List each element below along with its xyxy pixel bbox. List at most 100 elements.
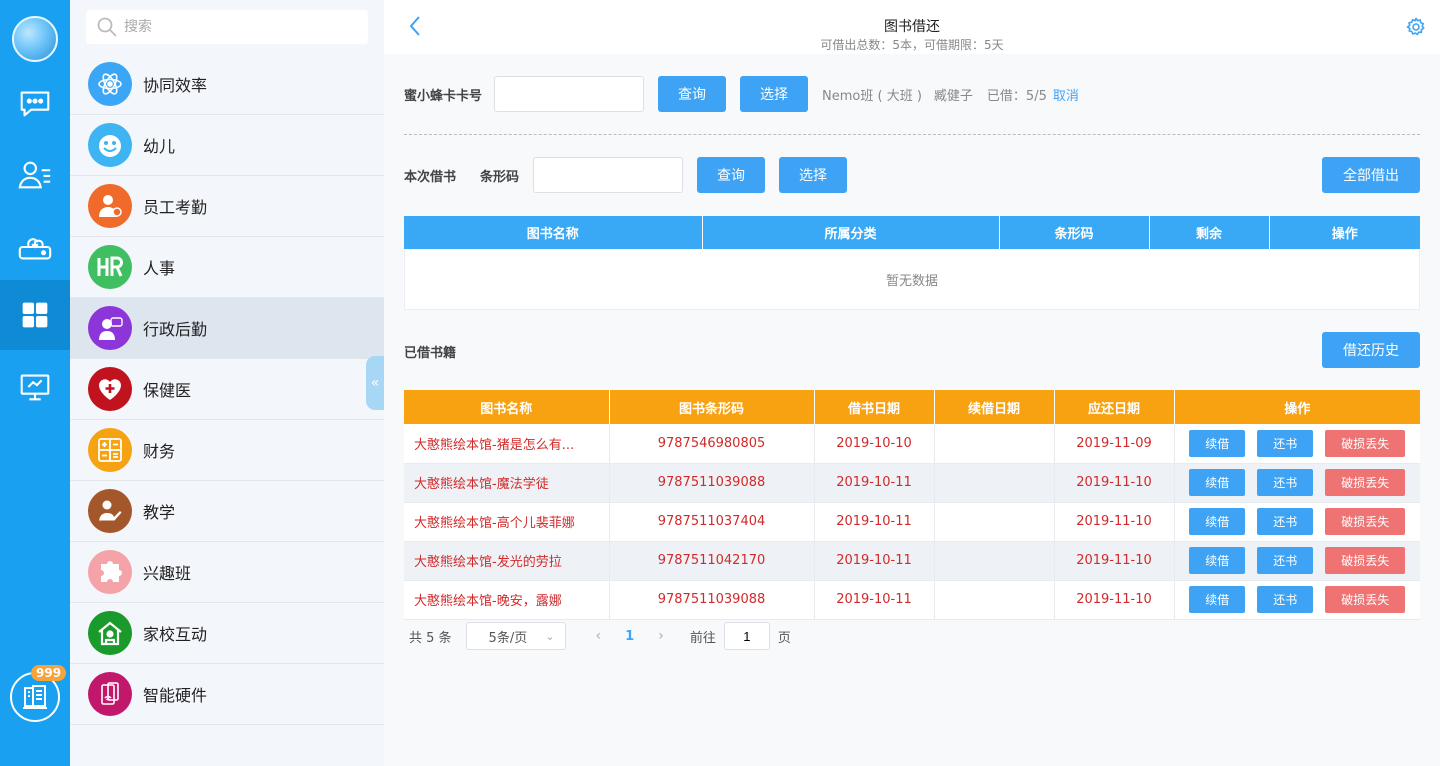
page-suffix: 页 bbox=[777, 630, 791, 646]
return-button[interactable]: 还书 bbox=[1257, 586, 1314, 613]
borrow-date: 2019-10-11 bbox=[814, 502, 935, 542]
module-icon-health bbox=[88, 367, 132, 411]
barcode-input[interactable] bbox=[533, 157, 684, 193]
borrow-all-button[interactable]: 全部借出 bbox=[1322, 157, 1420, 193]
notification-badge: 999 bbox=[31, 665, 67, 681]
module-label: 兴趣班 bbox=[143, 564, 192, 583]
renew-date bbox=[934, 502, 1055, 542]
gear-icon[interactable] bbox=[1406, 17, 1426, 37]
module-item-smart-hardware[interactable]: 智能硬件 bbox=[70, 664, 384, 725]
return-button[interactable]: 还书 bbox=[1257, 469, 1314, 496]
row-actions: 续借 还书 破损丢失 bbox=[1174, 580, 1420, 620]
return-button[interactable]: 还书 bbox=[1257, 508, 1314, 535]
damaged-lost-button[interactable]: 破损丢失 bbox=[1325, 508, 1406, 535]
module-item-collaboration[interactable]: 协同效率 bbox=[70, 54, 384, 115]
return-button[interactable]: 还书 bbox=[1257, 547, 1314, 574]
module-item-home-school[interactable]: 家校互动 bbox=[70, 603, 384, 664]
current-page[interactable]: 1 bbox=[625, 629, 634, 644]
column-header: 续借日期 bbox=[934, 390, 1055, 424]
due-date: 2019-11-10 bbox=[1054, 580, 1175, 620]
module-icon-finance bbox=[88, 428, 132, 472]
module-item-logistics[interactable]: 行政后勤 bbox=[70, 298, 384, 359]
renew-button[interactable]: 续借 bbox=[1189, 429, 1246, 457]
pagination: 共 5 条 5条/页 ⌄ ‹ 1 › 前往 页 bbox=[409, 622, 791, 650]
damaged-lost-button[interactable]: 破损丢失 bbox=[1325, 547, 1406, 574]
renew-button[interactable]: 续借 bbox=[1189, 469, 1246, 496]
card-number-input[interactable] bbox=[494, 76, 645, 112]
borrow-date: 2019-10-10 bbox=[814, 424, 935, 464]
module-item-children[interactable]: 幼儿 bbox=[70, 115, 384, 176]
module-icon-attendance bbox=[88, 184, 132, 228]
cancel-link[interactable]: 取消 bbox=[1053, 85, 1079, 104]
damaged-lost-button[interactable]: 破损丢失 bbox=[1325, 586, 1406, 613]
renew-button[interactable]: 续借 bbox=[1189, 586, 1246, 613]
module-list: 协同效率 幼儿 员工考勤 人事 行政后勤 保健医 财务 教学 兴趣班 家校互动 … bbox=[70, 54, 384, 725]
rail-chat[interactable] bbox=[0, 68, 70, 138]
due-date: 2019-11-10 bbox=[1054, 541, 1175, 581]
damaged-lost-button[interactable]: 破损丢失 bbox=[1325, 429, 1406, 457]
module-icon-children bbox=[88, 123, 132, 167]
column-header: 图书名称 bbox=[404, 216, 703, 249]
rail-cloud-drive[interactable] bbox=[0, 212, 70, 282]
employee-check-icon bbox=[99, 195, 122, 217]
due-date: 2019-11-09 bbox=[1054, 424, 1175, 464]
table-row: 大憨熊绘本馆-高个儿裴菲娜 9787511037404 2019-10-11 2… bbox=[404, 502, 1420, 542]
module-label: 员工考勤 bbox=[143, 198, 208, 217]
rail-apps[interactable] bbox=[0, 280, 70, 350]
module-icon-interest-class bbox=[88, 550, 132, 594]
borrow-history-button[interactable]: 借还历史 bbox=[1322, 332, 1420, 368]
module-item-teaching[interactable]: 教学 bbox=[70, 481, 384, 542]
module-item-finance[interactable]: 财务 bbox=[70, 420, 384, 481]
module-item-hr[interactable]: 人事 bbox=[70, 237, 384, 298]
barcode-query-button[interactable]: 查询 bbox=[697, 157, 766, 193]
column-header: 操作 bbox=[1269, 216, 1420, 249]
table-row: 大憨熊绘本馆-魔法学徒 9787511039088 2019-10-11 201… bbox=[404, 463, 1420, 503]
collapse-panel-button[interactable]: « bbox=[366, 356, 384, 410]
renew-date bbox=[934, 463, 1055, 503]
card-select-button[interactable]: 选择 bbox=[740, 76, 809, 112]
monitor-icon bbox=[20, 374, 50, 401]
hr-icon bbox=[97, 256, 123, 277]
barcode-select-button[interactable]: 选择 bbox=[779, 157, 848, 193]
rail-monitor[interactable] bbox=[0, 352, 70, 422]
contacts-icon bbox=[18, 161, 51, 189]
borrowed-table-header: 图书名称 图书条形码 借书日期 续借日期 应还日期 操作 bbox=[404, 390, 1420, 424]
page-subtitle: 可借出总数：5本，可借期限：5天 bbox=[820, 38, 1004, 52]
card-query-button[interactable]: 查询 bbox=[658, 76, 727, 112]
search-box bbox=[86, 10, 368, 44]
column-header: 条形码 bbox=[999, 216, 1150, 249]
row-actions: 续借 还书 破损丢失 bbox=[1174, 502, 1420, 542]
module-label: 幼儿 bbox=[143, 137, 176, 156]
borrow-date: 2019-10-11 bbox=[814, 541, 935, 581]
renew-button[interactable]: 续借 bbox=[1189, 508, 1246, 535]
column-header: 所属分类 bbox=[702, 216, 1000, 249]
module-label: 人事 bbox=[143, 259, 176, 278]
book-barcode: 9787511039088 bbox=[609, 580, 815, 620]
current-borrow-label: 本次借书 bbox=[404, 169, 457, 185]
module-item-attendance[interactable]: 员工考勤 bbox=[70, 176, 384, 237]
book-name: 大憨熊绘本馆-发光的劳拉 bbox=[404, 541, 610, 581]
return-button[interactable]: 还书 bbox=[1257, 429, 1314, 457]
goto-page-input[interactable] bbox=[723, 622, 770, 650]
book-barcode: 9787511037404 bbox=[609, 502, 815, 542]
table-row: 大憨熊绘本馆-猪是怎么有... 9787546980805 2019-10-10… bbox=[404, 424, 1420, 464]
module-item-health[interactable]: 保健医 bbox=[70, 359, 384, 420]
column-header: 借书日期 bbox=[814, 390, 935, 424]
prev-page-icon[interactable]: ‹ bbox=[596, 628, 602, 644]
avatar[interactable] bbox=[12, 16, 58, 62]
left-rail: 999 bbox=[0, 0, 70, 766]
search-input[interactable] bbox=[124, 19, 354, 35]
module-item-interest-class[interactable]: 兴趣班 bbox=[70, 542, 384, 603]
row-actions: 续借 还书 破损丢失 bbox=[1174, 463, 1420, 503]
damaged-lost-button[interactable]: 破损丢失 bbox=[1325, 469, 1406, 496]
book-barcode: 9787511039088 bbox=[609, 463, 815, 503]
module-label: 协同效率 bbox=[143, 76, 208, 95]
borrow-date: 2019-10-11 bbox=[814, 580, 935, 620]
rail-contacts[interactable] bbox=[0, 140, 70, 210]
module-icon-home-school bbox=[88, 611, 132, 655]
header: 图书借还 可借出总数：5本，可借期限：5天 bbox=[384, 0, 1440, 54]
next-page-icon[interactable]: › bbox=[658, 628, 664, 644]
renew-date bbox=[934, 580, 1055, 620]
page-size-select[interactable]: 5条/页 ⌄ bbox=[465, 622, 566, 650]
renew-button[interactable]: 续借 bbox=[1189, 547, 1246, 574]
